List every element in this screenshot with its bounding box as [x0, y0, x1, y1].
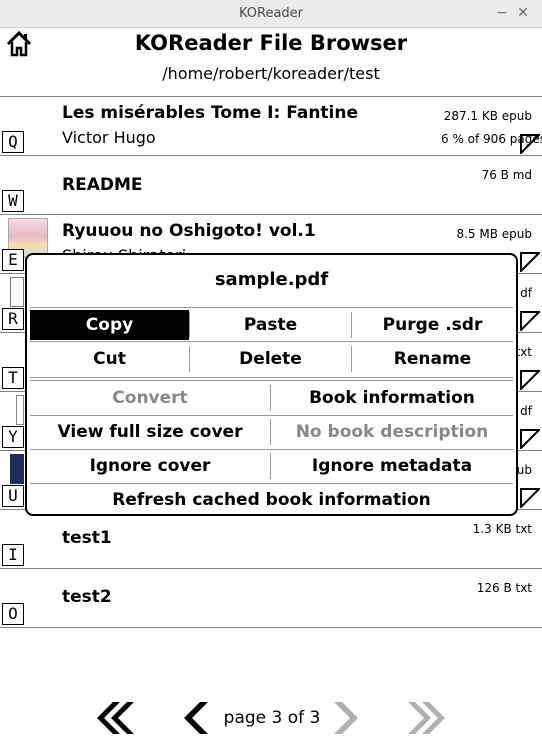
shortcut-key-w[interactable]: W — [2, 190, 24, 212]
file-name: test1 — [62, 528, 112, 548]
book-information-button[interactable]: Book information — [271, 383, 513, 413]
page-title: KOReader File Browser — [134, 31, 408, 55]
double-chevron-right-icon[interactable] — [405, 700, 449, 736]
file-author: Victor Hugo — [62, 128, 156, 147]
file-row-les-miserables[interactable]: Les misérables Tome I: Fantine Victor Hu… — [0, 97, 542, 156]
purge-sdr-button[interactable]: Purge .sdr — [352, 310, 513, 340]
paste-button[interactable]: Paste — [190, 310, 351, 340]
file-name: test2 — [62, 587, 112, 607]
file-name: README — [62, 175, 143, 195]
dialog-title: sample.pdf — [214, 269, 329, 290]
chevron-right-icon[interactable] — [332, 700, 362, 736]
dialog-separator — [30, 483, 513, 484]
rename-button[interactable]: Rename — [352, 344, 513, 374]
file-size: 1.3 KB txt — [472, 522, 532, 536]
file-size: ub — [516, 463, 532, 477]
shortcut-key-i[interactable]: I — [2, 544, 24, 566]
dogear-icon — [520, 134, 540, 154]
file-actions-dialog: sample.pdf Copy Paste Purge .sdr Cut Del… — [25, 253, 518, 516]
book-cover-thumbnail — [10, 454, 24, 484]
dialog-separator — [30, 449, 513, 450]
chevron-left-icon[interactable] — [180, 700, 210, 736]
window-titlebar: KOReader − ✕ — [0, 0, 542, 28]
dogear-icon — [520, 488, 540, 508]
file-size: 8.5 MB epub — [456, 227, 532, 241]
close-icon[interactable]: ✕ — [515, 4, 531, 22]
dogear-icon — [520, 429, 540, 449]
dogear-icon — [520, 311, 540, 331]
file-row-readme[interactable]: README 76 B md — [0, 156, 542, 215]
file-size: 76 B md — [481, 168, 532, 182]
double-chevron-left-icon[interactable] — [93, 700, 137, 736]
book-cover-thumbnail — [10, 277, 24, 307]
page-indicator[interactable]: page 3 of 3 — [220, 708, 324, 728]
file-size: df — [520, 404, 532, 418]
file-size: 287.1 KB epub — [443, 109, 532, 123]
shortcut-key-e[interactable]: E — [2, 249, 24, 271]
dogear-icon — [520, 252, 540, 272]
file-row-test1[interactable]: test1 1.3 KB txt — [0, 510, 542, 569]
file-size: 126 B txt — [476, 581, 532, 595]
delete-button[interactable]: Delete — [190, 344, 351, 374]
shortcut-key-t[interactable]: T — [2, 367, 24, 389]
window-title: KOReader — [238, 6, 304, 21]
dialog-separator — [30, 415, 513, 416]
view-full-size-cover-button[interactable]: View full size cover — [30, 417, 270, 447]
shortcut-key-r[interactable]: R — [2, 308, 24, 330]
dialog-separator — [30, 377, 513, 378]
minimize-icon[interactable]: − — [494, 4, 510, 22]
convert-button[interactable]: Convert — [30, 383, 270, 413]
ignore-metadata-button[interactable]: Ignore metadata — [271, 451, 513, 481]
dialog-separator — [30, 341, 513, 342]
book-description-button[interactable]: No book description — [271, 417, 513, 447]
shortcut-key-q[interactable]: Q — [2, 131, 24, 153]
dialog-separator — [30, 380, 513, 381]
shortcut-key-y[interactable]: Y — [2, 426, 24, 448]
shortcut-key-o[interactable]: O — [2, 603, 24, 625]
ignore-cover-button[interactable]: Ignore cover — [30, 451, 270, 481]
dogear-icon — [520, 370, 540, 390]
dialog-separator — [30, 307, 513, 308]
file-name: Ryuuou no Oshigoto! vol.1 — [62, 221, 316, 241]
file-row-test2[interactable]: test2 126 B txt — [0, 569, 542, 628]
shortcut-key-u[interactable]: U — [2, 485, 24, 507]
file-size: df — [520, 286, 532, 300]
current-path: /home/robert/koreader/test — [162, 64, 380, 83]
cut-button[interactable]: Cut — [30, 344, 189, 374]
refresh-book-information-button[interactable]: Refresh cached book information — [30, 485, 513, 515]
file-name: Les misérables Tome I: Fantine — [62, 103, 359, 123]
book-cover-thumbnail — [16, 395, 24, 425]
copy-button[interactable]: Copy — [30, 310, 189, 340]
